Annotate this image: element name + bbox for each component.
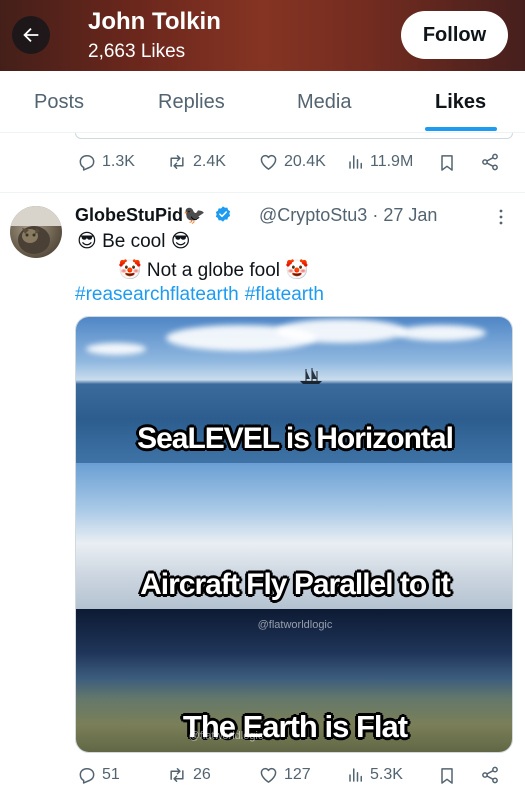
post-divider (0, 192, 525, 193)
views-button[interactable]: 11.9M (347, 152, 413, 172)
more-options-button[interactable] (496, 208, 506, 231)
post-actions: 51 26 127 5.3K (0, 765, 525, 795)
like-count: 20.4K (284, 153, 326, 170)
watermark-1: @flatworldlogic (257, 619, 333, 631)
verified-icon (216, 206, 231, 222)
previous-post-media-edge (75, 133, 513, 139)
views-button[interactable]: 5.3K (347, 765, 403, 785)
cat-avatar-image (10, 206, 62, 254)
repost-count: 2.4K (193, 153, 226, 170)
meme-caption-2: Aircraft Fly Parallel to it (140, 568, 451, 601)
repost-icon (170, 155, 184, 169)
tab-posts[interactable]: Posts (34, 91, 84, 114)
tab-replies[interactable]: Replies (158, 91, 225, 114)
tab-media[interactable]: Media (297, 91, 351, 114)
post-handle-date: @CryptoStu3 · 27 Jan (259, 205, 438, 225)
bookmark-icon (441, 155, 453, 171)
previous-post-actions: 1.3K 2.4K 20.4K 11.9M (0, 152, 525, 182)
watermark-2: @flatworldlogic (188, 730, 264, 742)
share-button[interactable] (480, 152, 500, 172)
post-text-line-2: 🤡 Not a globe fool 🤡 (118, 260, 309, 281)
share-icon (482, 153, 498, 171)
repost-icon (170, 768, 184, 782)
reply-count: 1.3K (102, 153, 135, 170)
more-icon (499, 209, 503, 225)
reply-icon (79, 155, 95, 171)
like-button[interactable]: 20.4K (258, 152, 326, 172)
post-hashtags: #reasearchflatearth #flatearth (75, 284, 330, 306)
reply-icon (79, 768, 95, 784)
meme-panel-aircraft: Aircraft Fly Parallel to it (76, 463, 512, 752)
views-icon (349, 768, 362, 782)
active-tab-indicator (425, 127, 497, 131)
meme-caption-1: SeaLEVEL is Horizontal (137, 422, 454, 455)
meme-panel-earth: @flatworldlogic The Earth is Flat @flatw… (76, 609, 512, 752)
like-icon (260, 767, 277, 783)
views-count: 11.9M (370, 153, 414, 170)
profile-likes-count: 2,663 Likes (88, 41, 186, 62)
bookmark-button[interactable] (437, 765, 457, 787)
hashtag-link[interactable]: #reasearchflatearth (75, 284, 239, 305)
post-media-image[interactable]: SeaLEVEL is Horizontal Aircraft Fly Para… (75, 316, 513, 753)
repost-count: 26 (193, 766, 211, 783)
profile-name: John Tolkin (88, 8, 221, 35)
reply-count: 51 (102, 766, 120, 783)
back-button[interactable] (12, 16, 50, 54)
views-icon (349, 155, 362, 169)
like-icon (260, 154, 277, 170)
share-icon (482, 766, 498, 784)
meme-panel-sea: SeaLEVEL is Horizontal (76, 317, 512, 463)
repost-button[interactable]: 26 (166, 765, 211, 785)
bookmark-icon (441, 768, 453, 784)
views-count: 5.3K (370, 766, 403, 783)
like-count: 127 (284, 766, 311, 783)
share-button[interactable] (480, 765, 500, 785)
bookmark-button[interactable] (437, 152, 457, 174)
reply-button[interactable]: 51 (77, 765, 120, 785)
profile-header: John Tolkin 2,663 Likes Follow (0, 0, 525, 71)
repost-button[interactable]: 2.4K (166, 152, 226, 172)
like-button[interactable]: 127 (258, 765, 311, 785)
follow-button[interactable]: Follow (401, 11, 508, 59)
profile-tabs: Posts Replies Media Likes (0, 71, 525, 133)
ship-icon (300, 368, 322, 384)
back-arrow-icon (23, 27, 39, 43)
avatar[interactable] (10, 206, 62, 258)
post-display-name: GlobeStuPid🐦‍⬛ (75, 205, 206, 225)
tab-likes[interactable]: Likes (435, 91, 486, 114)
hashtag-link[interactable]: #flatearth (245, 284, 324, 305)
reply-button[interactable]: 1.3K (77, 152, 135, 172)
post-author-name[interactable]: GlobeStuPid🐦‍⬛ (75, 205, 232, 226)
post-text-line-1: 😎 Be cool 😎 (77, 231, 191, 252)
